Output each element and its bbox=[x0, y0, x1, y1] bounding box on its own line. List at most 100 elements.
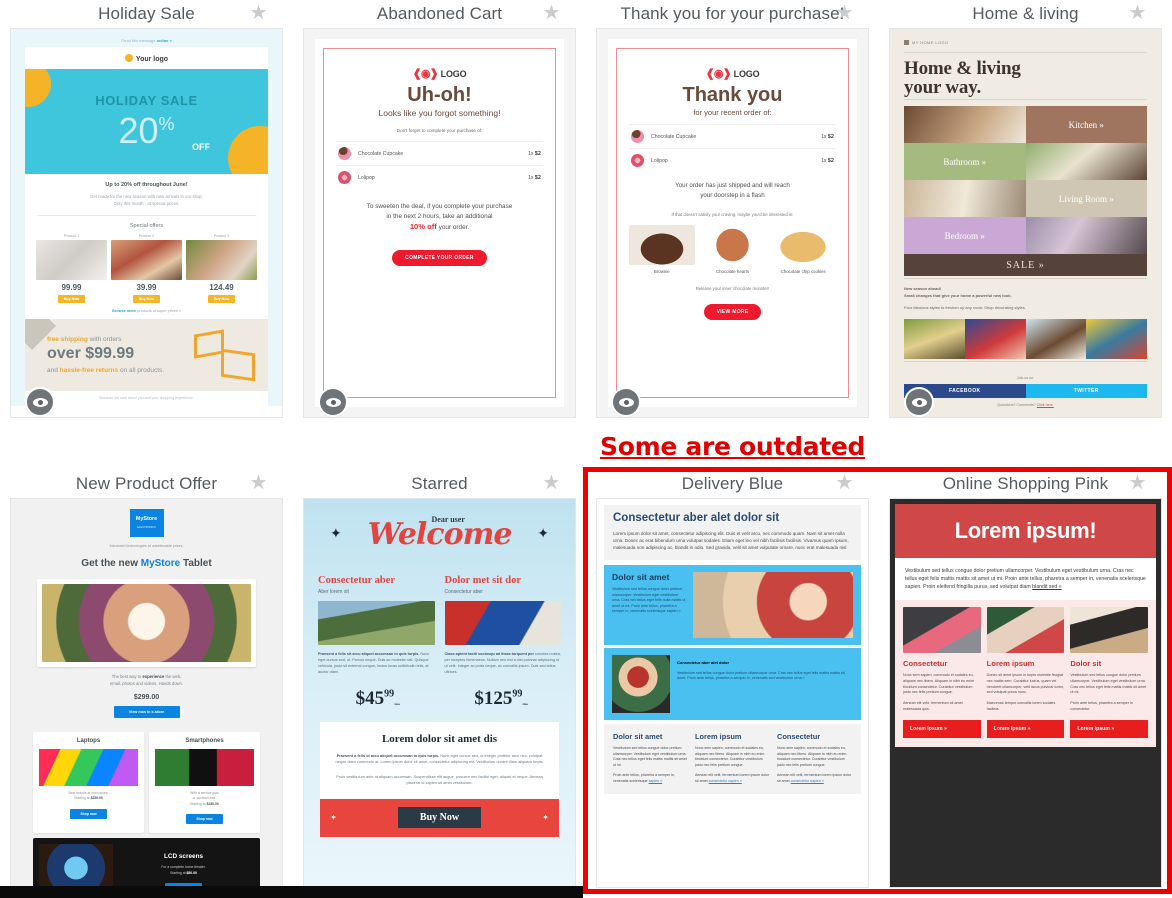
preview-eye-icon[interactable] bbox=[320, 389, 346, 415]
template-preview[interactable]: ✦ Dear user Welcome ✦ Consectetur aber A… bbox=[303, 498, 576, 888]
thumbnail-wrap[interactable]: ✦ Dear user Welcome ✦ Consectetur aber A… bbox=[303, 498, 576, 888]
tagline: Advanced technologies at unbelievable pr… bbox=[109, 544, 184, 548]
template-preview[interactable]: MyStore ELECTRONICS Advanced technologies… bbox=[10, 498, 283, 888]
template-card-thank-you[interactable]: Thank you for your purchase! ★ ❰◉❱ LOGO T… bbox=[586, 0, 879, 470]
twitter-button[interactable]: TWITTER bbox=[1025, 383, 1147, 398]
preview-eye-icon[interactable] bbox=[27, 389, 53, 415]
three-column-section: Dolor sit amet Vestibulum sed tellus con… bbox=[604, 724, 861, 794]
favorite-star-icon[interactable]: ★ bbox=[1128, 3, 1147, 23]
column: Lorem ipsum Nunc sem sapien, commodo et … bbox=[695, 732, 770, 784]
item-name: Lolipop bbox=[651, 157, 668, 164]
template-card-new-product-offer[interactable]: New Product Offer ★ MyStore ELECTRONICS A… bbox=[0, 470, 293, 898]
shop-now-button: Shop now bbox=[70, 808, 107, 819]
thumbnail-wrap[interactable]: ❰◉❱ LOGO Thank you for your recent order … bbox=[596, 28, 869, 418]
contact-line: Questions? Comments? Click here. bbox=[997, 402, 1054, 407]
category-kitchen[interactable]: Kitchen » bbox=[1025, 106, 1147, 143]
brand-logo: Your logo bbox=[25, 47, 268, 69]
item-qty: 1x $2 bbox=[821, 133, 834, 140]
card-caption: New Product Offer ★ bbox=[0, 470, 293, 498]
block-title: Dolor sit amet bbox=[612, 572, 670, 582]
column-title: Lorem ipsum bbox=[695, 732, 742, 741]
template-preview[interactable]: Lorem ipsum! Vestibulum sed tellus congu… bbox=[889, 498, 1162, 888]
preheader-text: Read this message bbox=[121, 38, 156, 43]
cta-row: COMPLETE YOUR ORDER bbox=[336, 240, 543, 268]
favorite-star-icon[interactable]: ★ bbox=[249, 473, 268, 493]
suggestion-name: Chocolate chip cookies bbox=[780, 269, 826, 274]
preview-eye-icon[interactable] bbox=[613, 389, 639, 415]
cart-item: Lolipop 1x $2 bbox=[336, 165, 543, 189]
heading: Thank you bbox=[682, 84, 783, 106]
template-card-delivery-blue[interactable]: Delivery Blue ★ Consectetur aber alet do… bbox=[586, 470, 879, 898]
favorite-star-icon[interactable]: ★ bbox=[835, 3, 854, 23]
tagline: for your recent order of: bbox=[693, 108, 772, 117]
card-desc: Best brands at cool prices. Starting at $… bbox=[68, 791, 109, 801]
thumbnail-wrap[interactable]: MY HOME LOGO Home & living your way. Kit… bbox=[889, 28, 1162, 418]
email-footer: Because we care about you and your shopp… bbox=[99, 396, 194, 400]
template-preview[interactable]: MY HOME LOGO Home & living your way. Kit… bbox=[889, 28, 1162, 418]
thumbnail-wrap[interactable]: Lorem ipsum! Vestibulum sed tellus congu… bbox=[889, 498, 1162, 888]
banner: Lorem ipsum! bbox=[895, 504, 1156, 558]
column-title: Consectetur bbox=[777, 732, 821, 741]
card-title: Laptops bbox=[76, 738, 101, 744]
template-preview[interactable]: ❰◉❱ LOGO Uh-oh! Looks like you forgot som… bbox=[303, 28, 576, 418]
favorite-star-icon[interactable]: ★ bbox=[542, 3, 561, 23]
thumbnail-wrap[interactable]: MyStore ELECTRONICS Advanced technologies… bbox=[10, 498, 283, 888]
template-card-home-and-living[interactable]: Home & living ★ MY HOME LOGO Home & livi… bbox=[879, 0, 1172, 470]
suggestion-name: Chocolate hearts bbox=[715, 269, 750, 274]
category-mosaic: Kitchen » Bathroom » Living Room » Bedro… bbox=[904, 106, 1147, 276]
suggestion-item: Chocolate chip cookies bbox=[770, 225, 837, 275]
divider bbox=[904, 52, 1147, 53]
thumbnail-wrap[interactable]: Consectetur aber alet dolor sit Lorem ip… bbox=[596, 498, 869, 888]
shipping-message: Your order has just shipped and will rea… bbox=[675, 182, 790, 199]
sale-banner[interactable]: SALE » bbox=[904, 254, 1147, 276]
hero-caption: The best way to experience the web, emai… bbox=[109, 674, 184, 686]
product-label: Product 3 bbox=[213, 234, 230, 238]
template-title: Abandoned Cart bbox=[376, 4, 503, 23]
candy-icon: ❰◉❱ bbox=[705, 68, 732, 80]
favorite-star-icon[interactable]: ★ bbox=[542, 473, 561, 493]
buy-now-button[interactable]: Buy Now bbox=[397, 807, 482, 829]
style-image bbox=[1025, 318, 1087, 359]
headline: Up to 20% off throughout June! bbox=[105, 182, 188, 188]
column: Dolor sit Vestibulum sed tellus congue d… bbox=[1070, 607, 1149, 738]
template-card-abandoned-cart[interactable]: Abandoned Cart ★ ❰◉❱ LOGO Uh-oh! Looks li… bbox=[293, 0, 586, 470]
column-paragraph: Nunc sem sapien, commodo et sodales eu, … bbox=[777, 746, 847, 767]
favorite-star-icon[interactable]: ★ bbox=[1128, 473, 1147, 493]
item-qty: 1x $2 bbox=[821, 157, 834, 164]
thumbnail-wrap[interactable]: Read this message online » Your logo HOL… bbox=[10, 28, 283, 418]
bottom-bar bbox=[0, 886, 583, 898]
column-paragraph: Aenean elit velit, fermentum lorem ipsum… bbox=[695, 773, 770, 783]
template-card-starred[interactable]: Starred ★ ✦ Dear user Welcome ✦ Consecte… bbox=[293, 470, 586, 898]
template-title: Thank you for your purchase! bbox=[620, 4, 845, 23]
view-more-button: VIEW MORE bbox=[703, 304, 762, 320]
style-image bbox=[1086, 318, 1147, 359]
product-card: Smartphones With a service plan or contra… bbox=[149, 732, 260, 834]
thumbnail-wrap[interactable]: ❰◉❱ LOGO Uh-oh! Looks like you forgot som… bbox=[303, 28, 576, 418]
template-title: Home & living bbox=[972, 4, 1079, 23]
preview-eye-icon[interactable] bbox=[906, 389, 932, 415]
template-card-holiday-sale[interactable]: Holiday Sale ★ Read this message online … bbox=[0, 0, 293, 470]
star-decoration-icon: ✦ bbox=[542, 813, 549, 823]
template-card-online-shopping-pink[interactable]: Online Shopping Pink ★ Lorem ipsum! Vest… bbox=[879, 470, 1172, 898]
template-preview[interactable]: ❰◉❱ LOGO Thank you for your recent order … bbox=[596, 28, 869, 418]
cart-item: Chocolate Cupcake 1x $2 bbox=[336, 141, 543, 165]
template-preview[interactable]: Read this message online » Your logo HOL… bbox=[10, 28, 283, 418]
column-paragraph: Nunc sem sapien, commodo et sodales eu, … bbox=[903, 673, 975, 695]
preheader: Read this message online » bbox=[11, 35, 282, 47]
template-gallery: Holiday Sale ★ Read this message online … bbox=[0, 0, 1172, 898]
star-decoration-icon: ✦ bbox=[330, 525, 342, 541]
template-title: Delivery Blue bbox=[681, 474, 784, 493]
shipping-banner: free shipping with orders over $99.99 an… bbox=[25, 319, 268, 391]
star-decoration-icon: ✦ bbox=[330, 813, 337, 823]
favorite-star-icon[interactable]: ★ bbox=[835, 473, 854, 493]
order-item: Lolipop 1x $2 bbox=[629, 148, 836, 172]
price-row: $4599/mo $12599/mo bbox=[316, 675, 563, 710]
category-bedroom[interactable]: Bedroom » bbox=[904, 217, 1026, 254]
category-bathroom[interactable]: Bathroom » bbox=[904, 143, 1026, 180]
column-paragraph: Nunc sem sapien, commodo et sodales eu, … bbox=[695, 746, 765, 767]
intro-link: blandit sed » bbox=[1032, 584, 1062, 590]
favorite-star-icon[interactable]: ★ bbox=[249, 3, 268, 23]
category-living-room[interactable]: Living Room » bbox=[1025, 180, 1147, 217]
shipping-amount: over $99.99 bbox=[47, 345, 135, 362]
template-preview[interactable]: Consectetur aber alet dolor sit Lorem ip… bbox=[596, 498, 869, 888]
